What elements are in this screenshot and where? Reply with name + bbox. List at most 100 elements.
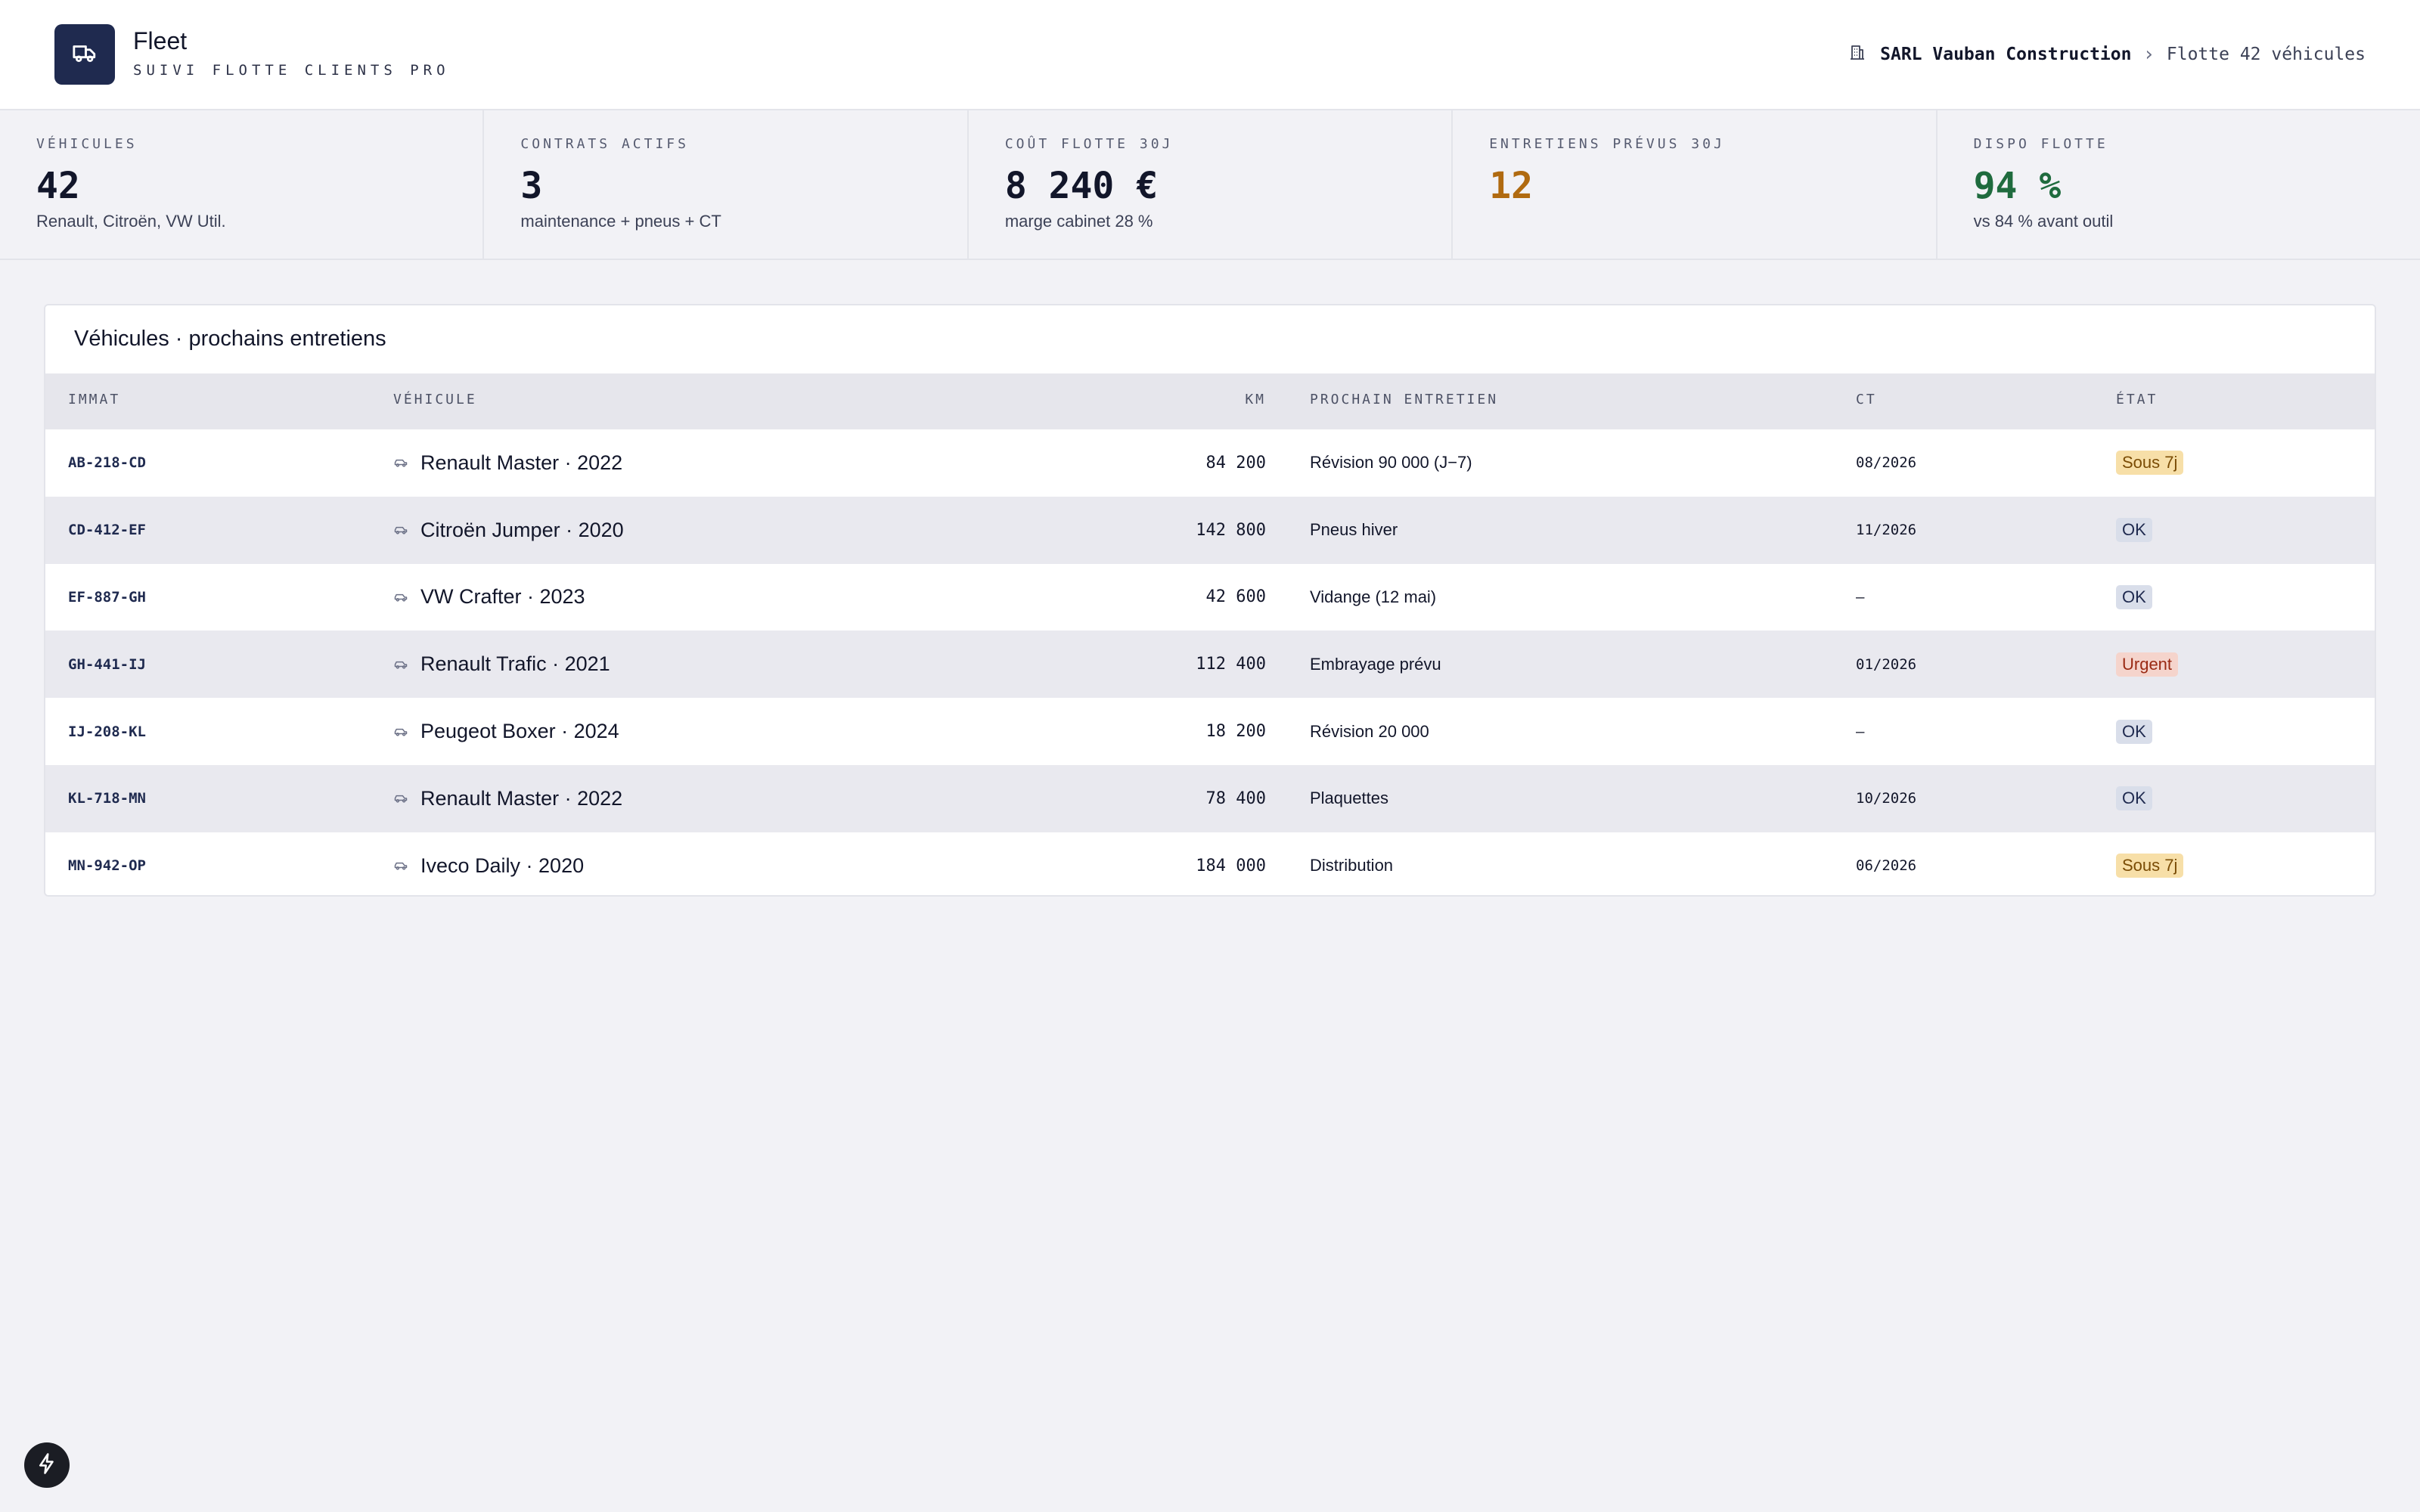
cell-ct: 10/2026 [1856,790,1917,807]
cell-km: 112 400 [1196,655,1266,674]
column-immat[interactable]: IMMAT [68,392,120,407]
table-row[interactable]: CD-412-EF Citroën Jumper · 2020 142 800 Pne… [45,496,2375,564]
kpi-note: vs 84 % avant outil [1973,212,2114,231]
card-title: Véhicules · prochains entretiens [74,327,386,351]
cell-vehicule: VW Crafter · 2023 [393,564,585,631]
top-header: Fleet SUIVI FLOTTE CLIENTS PRO SARL Vaub… [0,0,2420,110]
column-prochain[interactable]: PROCHAIN ENTRETIEN [1310,392,1498,407]
car-icon [393,656,410,673]
kpi-note: maintenance + pneus + CT [520,212,721,231]
vehicule-label: Peugeot Boxer · 2024 [420,720,619,743]
car-icon [393,589,410,606]
cell-prochain-entretien: Révision 20 000 [1310,721,1429,741]
cell-vehicule: Peugeot Boxer · 2024 [393,698,619,765]
kpi-value: 94 % [1973,165,2062,207]
vehicule-label: Renault Master · 2022 [420,786,623,810]
cell-immat[interactable]: KL-718-MN [68,765,146,832]
cell-etat: OK [2116,765,2152,832]
table-row[interactable]: AB-218-CD Renault Master · 2022 84 200 Révi… [45,429,2375,497]
kpi-label: DISPO FLOTTE [1973,136,2108,152]
kpi-value: 42 [36,165,80,207]
cell-prochain-entretien: Pneus hiver [1310,520,1398,540]
column-km[interactable]: KM [1245,392,1266,407]
cell-prochain-entretien: Vidange (12 mai) [1310,587,1437,606]
cell-vehicule: Iveco Daily · 2020 [393,832,585,895]
cell-ct: — [1856,723,1865,740]
cell-km: 184 000 [1196,856,1266,875]
app-logo[interactable] [54,24,115,85]
cell-immat[interactable]: CD-412-EF [68,497,146,564]
cell-km: 78 400 [1205,789,1266,808]
kpi-note: marge cabinet 28 % [1004,212,1153,231]
column-ct[interactable]: CT [1856,392,1877,407]
car-icon [393,522,410,538]
kpi-label: ENTRETIENS PRÉVUS 30J [1489,136,1725,152]
car-icon [393,454,410,471]
cell-etat: OK [2116,564,2152,631]
chevron-right-icon: › [2145,43,2153,66]
cell-prochain-entretien: Embrayage prévu [1310,654,1441,674]
cell-ct: 11/2026 [1856,522,1917,539]
cell-vehicule: Renault Master · 2022 [393,429,622,497]
status-badge: OK [2116,719,2152,744]
cell-prochain-entretien: Distribution [1310,856,1394,875]
cell-ct: 01/2026 [1856,655,1917,673]
cell-km: 42 600 [1205,587,1266,607]
table-header: IMMAT VÉHICULE KM PROCHAIN ENTRETIEN CT … [45,373,2375,429]
status-badge: Sous 7j [2116,451,2184,476]
cell-immat[interactable]: GH-441-IJ [68,631,146,698]
cell-ct: 08/2026 [1856,454,1917,472]
cell-immat[interactable]: IJ-208-KL [68,698,146,765]
status-badge: Sous 7j [2116,854,2184,878]
cell-etat: Urgent [2116,631,2179,698]
table-row[interactable]: EF-887-GH VW Crafter · 2023 42 600 Vidange … [45,564,2375,631]
kpi-label: VÉHICULES [36,136,138,152]
table-row[interactable]: MN-942-OP Iveco Daily · 2020 184 000 Distri… [45,832,2375,895]
truck-icon [72,40,98,70]
cell-prochain-entretien: Révision 90 000 (J−7) [1310,453,1472,472]
table-row[interactable]: GH-441-IJ Renault Trafic · 2021 112 400 Emb… [45,631,2375,699]
cell-etat: OK [2116,698,2152,765]
app-subtitle: SUIVI FLOTTE CLIENTS PRO [133,62,450,79]
breadcrumb-fleet[interactable]: Flotte 42 véhicules [2167,45,2366,64]
breadcrumb-org[interactable]: SARL Vauban Construction [1880,45,2131,64]
cell-immat[interactable]: MN-942-OP [68,832,146,895]
cell-prochain-entretien: Plaquettes [1310,789,1388,808]
car-icon [393,790,410,807]
car-icon [393,857,410,874]
cell-vehicule: Citroën Jumper · 2020 [393,497,624,564]
building-icon [1848,43,1866,66]
lightning-icon [36,1452,58,1479]
status-badge: OK [2116,518,2152,543]
cell-immat[interactable]: EF-887-GH [68,564,146,631]
vehicule-label: Renault Master · 2022 [420,451,623,474]
table-row[interactable]: IJ-208-KL Peugeot Boxer · 2024 18 200 Révis… [45,698,2375,765]
car-icon [393,723,410,740]
status-badge: Urgent [2116,652,2179,677]
cell-etat: OK [2116,497,2152,564]
status-badge: OK [2116,584,2152,609]
kpi-note [1489,212,1935,234]
kpi-dispo: DISPO FLOTTE 94 % vs 84 % avant outil [1938,110,2420,259]
kpi-label: COÛT FLOTTE 30J [1004,136,1174,152]
breadcrumb: SARL Vauban Construction › Flotte 42 véh… [1848,39,2366,70]
quick-action-button[interactable] [24,1442,70,1488]
kpi-note: Renault, Citroën, VW Util. [36,212,226,231]
kpi-strip: VÉHICULES 42 Renault, Citroën, VW Util. … [0,110,2420,260]
vehicles-card: Véhicules · prochains entretiens IMMAT V… [44,304,2376,897]
kpi-contrats: CONTRATS ACTIFS 3 maintenance + pneus + … [484,110,969,259]
table-body: AB-218-CD Renault Master · 2022 84 200 Révi… [45,429,2375,895]
column-vehicule[interactable]: VÉHICULE [393,392,477,407]
vehicule-label: Iveco Daily · 2020 [420,854,585,877]
table-row[interactable]: KL-718-MN Renault Master · 2022 78 400 Plaq… [45,764,2375,832]
kpi-entretiens: ENTRETIENS PRÉVUS 30J 12 [1453,110,1938,259]
kpi-vehicules: VÉHICULES 42 Renault, Citroën, VW Util. [0,110,485,259]
status-badge: OK [2116,786,2152,811]
cell-ct: — [1856,588,1865,606]
cell-km: 84 200 [1205,453,1266,472]
cell-immat[interactable]: AB-218-CD [68,429,146,497]
cell-etat: Sous 7j [2116,832,2184,895]
cell-km: 18 200 [1205,722,1266,742]
column-etat[interactable]: ÉTAT [2116,392,2158,407]
cell-vehicule: Renault Trafic · 2021 [393,631,610,698]
